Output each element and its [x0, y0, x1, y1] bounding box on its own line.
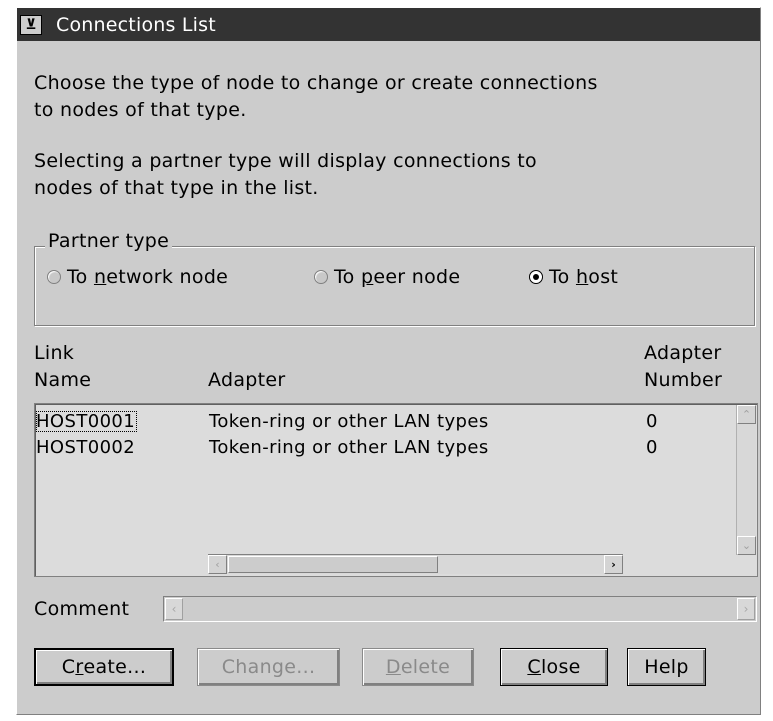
- cell-adapter-number: 0: [646, 437, 658, 458]
- radio-circle-icon: [314, 270, 328, 284]
- help-button[interactable]: Help: [627, 648, 706, 686]
- create-button-label-post: eate...: [83, 656, 147, 678]
- horizontal-scroll-thumb[interactable]: [228, 556, 438, 573]
- radio-to-peer-node[interactable]: To peer node: [314, 266, 460, 288]
- change-button-label: Change...: [221, 656, 316, 678]
- create-button-mnemonic: r: [75, 656, 84, 678]
- column-header-adapter-number-line1: Adapter: [644, 342, 722, 364]
- radio-to-host[interactable]: To host: [529, 266, 618, 288]
- delete-button-label-post: elete: [400, 656, 451, 678]
- radio-label-peer-node: To peer node: [334, 266, 461, 288]
- radio-to-network-node[interactable]: To network node: [47, 266, 228, 288]
- system-menu-icon[interactable]: ⊻: [20, 14, 42, 35]
- column-header-adapter-number[interactable]: Adapter Number: [644, 340, 722, 394]
- scroll-up-icon[interactable]: ⌃: [737, 405, 756, 424]
- cell-adapter: Token-ring or other LAN types: [209, 437, 489, 458]
- scroll-down-icon[interactable]: ⌄: [737, 536, 756, 555]
- radio-circle-icon: [47, 270, 61, 284]
- change-button[interactable]: Change...: [197, 648, 340, 686]
- close-button-label-post: lose: [540, 656, 581, 678]
- comment-field[interactable]: ‹ ›: [163, 596, 757, 622]
- create-button-label-pre: C: [61, 656, 76, 678]
- connections-listbox[interactable]: HOST0001 Token-ring or other LAN types 0…: [34, 403, 758, 577]
- cell-adapter-number: 0: [646, 411, 658, 432]
- column-header-adapter-number-line2: Number: [644, 369, 723, 391]
- radio-label-network-node: To network node: [67, 266, 229, 288]
- description-line-1: Choose the type of node to change or cre…: [34, 72, 598, 94]
- cell-adapter: Token-ring or other LAN types: [209, 411, 489, 432]
- window-title: Connections List: [56, 13, 216, 36]
- vertical-scrollbar[interactable]: ⌃ ⌄: [736, 405, 756, 555]
- connections-list-window: ⊻ Connections List Choose the type of no…: [16, 7, 761, 715]
- comment-scroll-right-icon[interactable]: ›: [737, 598, 755, 620]
- description-line-2: to nodes of that type.: [34, 99, 247, 121]
- column-header-link-name-line1: Link: [34, 342, 75, 364]
- description-line-4: nodes of that type in the list.: [34, 177, 319, 199]
- scroll-right-icon[interactable]: ›: [604, 555, 623, 574]
- description-text-1: Choose the type of node to change or cre…: [34, 70, 598, 124]
- cell-link-name: HOST0001: [36, 411, 138, 432]
- radio-label-host: To host: [549, 266, 619, 288]
- column-header-adapter[interactable]: Adapter: [208, 367, 285, 394]
- close-button[interactable]: Close: [500, 648, 608, 686]
- title-bar[interactable]: ⊻ Connections List: [17, 8, 760, 41]
- column-header-link-name[interactable]: Link Name: [34, 340, 91, 394]
- column-header-link-name-line2: Name: [34, 369, 92, 391]
- create-button[interactable]: Cr eate...: [34, 648, 174, 686]
- table-row[interactable]: HOST0001 Token-ring or other LAN types 0: [35, 409, 735, 435]
- radio-selected-icon: [529, 270, 543, 284]
- delete-button[interactable]: Delete: [362, 648, 474, 686]
- description-line-3: Selecting a partner type will display co…: [34, 150, 537, 172]
- help-button-label: Help: [644, 656, 689, 678]
- comment-label: Comment: [34, 598, 130, 620]
- description-text-2: Selecting a partner type will display co…: [34, 148, 537, 202]
- table-row[interactable]: HOST0002 Token-ring or other LAN types 0: [35, 435, 735, 461]
- horizontal-scrollbar[interactable]: ‹ ›: [208, 554, 623, 574]
- cell-link-name: HOST0002: [36, 437, 136, 458]
- scroll-left-icon[interactable]: ‹: [208, 555, 227, 574]
- close-button-mnemonic: C: [527, 656, 541, 678]
- partner-type-label: Partner type: [45, 230, 173, 252]
- comment-scroll-left-icon[interactable]: ‹: [165, 598, 183, 620]
- delete-button-mnemonic: D: [385, 656, 401, 678]
